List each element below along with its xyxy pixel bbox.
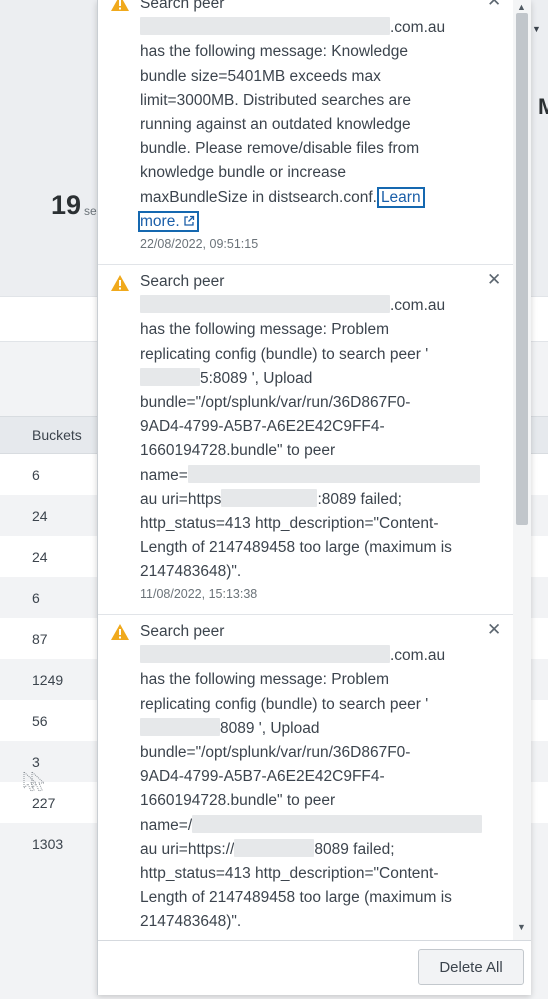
learn-more-link[interactable]: more.	[138, 210, 199, 232]
external-link-icon	[183, 215, 194, 226]
delete-all-button[interactable]: Delete All	[418, 949, 524, 985]
message-line: 9AD4-4799-A5B7-A6E2E42C9FF4-	[140, 418, 385, 436]
message-line: http_status=413 http_description="Conten…	[140, 514, 439, 532]
scrollbar-thumb[interactable]	[516, 13, 528, 525]
learn-more-link[interactable]: Learn	[376, 186, 425, 208]
uri-prefix: au uri=https://	[140, 840, 235, 858]
notification-item: ✕ Search peer .com.au has the following …	[98, 0, 513, 265]
notifications-panel: ✕ Search peer .com.au has the following …	[97, 0, 531, 995]
warning-triangle-icon	[111, 0, 129, 11]
host-suffix: .com.au	[390, 19, 446, 37]
redacted-peer-name	[187, 464, 480, 483]
notification-timestamp: 11/08/2022, 15:13:38	[140, 587, 258, 601]
redacted-uri	[221, 488, 318, 507]
notification-message: Search peer .com.au has the following me…	[138, 0, 485, 234]
scroll-up-arrow-icon[interactable]: ▲	[517, 2, 526, 12]
message-line: 9AD4-4799-A5B7-A6E2E42C9FF4-	[140, 768, 385, 786]
notifications-footer: Delete All	[98, 940, 531, 995]
redacted-peer	[140, 367, 200, 386]
notification-title: Search peer	[140, 623, 225, 640]
message-line: has the following message: Knowledge	[140, 43, 408, 61]
notification-list: ✕ Search peer .com.au has the following …	[98, 0, 513, 940]
peer-port: 5:8089 ', Upload	[200, 369, 313, 387]
message-line: bundle. Please remove/disable files from	[140, 140, 420, 158]
message-line: bundle="/opt/splunk/var/run/36D867F0-	[140, 743, 411, 761]
uri-prefix: au uri=https	[140, 490, 222, 508]
notification-scrollbar[interactable]: ▲ ▼	[513, 0, 531, 940]
summary-number: 19	[51, 190, 82, 220]
message-line: bundle="/opt/splunk/var/run/36D867F0-	[140, 393, 411, 411]
message-line: 1660194728.bundle" to peer	[140, 792, 336, 810]
message-line: maxBundleSize in distsearch.conf.	[140, 188, 377, 206]
mouse-cursor-icon	[23, 770, 46, 792]
message-line: has the following message: Problem	[140, 321, 389, 339]
warning-triangle-icon	[111, 624, 129, 640]
message-line: running against an outdated knowledge	[140, 115, 411, 133]
warning-triangle-icon	[111, 275, 129, 291]
dropdown-caret-icon: ▼	[532, 24, 541, 34]
message-line: 2147483648)".	[140, 913, 242, 931]
host-suffix: .com.au	[390, 297, 446, 315]
notification-title: Search peer	[140, 0, 225, 12]
uri-suffix: 8089 failed;	[314, 840, 395, 858]
message-line: replicating config (bundle) to search pe…	[140, 695, 429, 713]
message-line: http_status=413 http_description="Conten…	[140, 864, 439, 882]
peer-port: 8089 ', Upload	[220, 719, 320, 737]
notification-item: ✕ Search peer .com.au has the following …	[98, 265, 513, 615]
close-icon[interactable]: ✕	[487, 0, 501, 9]
message-line: name=	[140, 466, 188, 484]
redacted-hostname	[140, 295, 390, 314]
redacted-hostname	[140, 645, 390, 664]
host-suffix: .com.au	[390, 647, 446, 665]
right-edge-text: M	[538, 94, 548, 119]
redacted-uri	[234, 838, 315, 857]
redacted-hostname	[140, 17, 390, 36]
message-line: Length of 2147489458 too large (maximum …	[140, 539, 452, 557]
message-line: has the following message: Problem	[140, 671, 389, 689]
uri-suffix: :8089 failed;	[317, 490, 402, 508]
close-icon[interactable]: ✕	[487, 621, 501, 638]
message-line: 2147483648)".	[140, 563, 242, 581]
notification-timestamp: 22/08/2022, 09:51:15	[140, 237, 259, 251]
scroll-down-arrow-icon[interactable]: ▼	[517, 922, 526, 932]
message-line: 1660194728.bundle" to peer	[140, 442, 336, 460]
redacted-peer	[140, 717, 220, 736]
summary-unit: se	[84, 204, 97, 218]
notification-item: ✕ Search peer .com.au has the following …	[98, 615, 513, 940]
message-line: name=/	[140, 816, 193, 834]
close-icon[interactable]: ✕	[487, 271, 501, 288]
message-line: knowledge bundle or increase	[140, 164, 346, 182]
notification-title: Search peer	[140, 273, 225, 290]
redacted-peer-name	[192, 814, 483, 833]
notification-message: Search peer .com.au has the following me…	[140, 620, 485, 934]
message-line: Length of 2147489458 too large (maximum …	[140, 889, 452, 907]
message-line: replicating config (bundle) to search pe…	[140, 345, 429, 363]
message-line: limit=3000MB. Distributed searches are	[140, 91, 411, 109]
notification-message: Search peer .com.au has the following me…	[140, 270, 485, 584]
message-line: bundle size=5401MB exceeds max	[140, 67, 381, 85]
